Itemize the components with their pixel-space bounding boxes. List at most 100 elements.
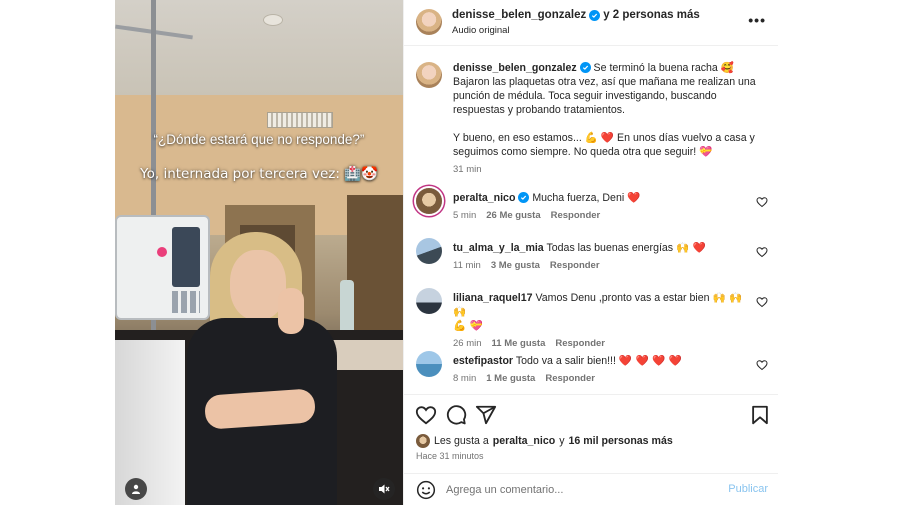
post-side-panel: denisse_belen_gonzalez y 2 personas más … [403,0,778,505]
heart-icon[interactable] [415,404,437,426]
header-collab-text[interactable]: y 2 personas más [603,9,700,21]
comment-input[interactable] [446,481,716,499]
commenter-avatar[interactable] [416,188,442,214]
comment-like-heart-icon[interactable] [756,196,768,208]
comment-body: tu_alma_y_la_mia Todas las buenas energí… [453,241,743,273]
comment-like-heart-icon[interactable] [756,246,768,258]
verified-badge-icon [579,62,591,73]
owner-avatar[interactable] [416,9,442,35]
comment-text: Todo va a salir bien!!! [515,355,616,367]
comment-likes[interactable]: 3 Me gusta [491,259,540,273]
comment-username[interactable]: peralta_nico [453,192,515,204]
pump-screen [172,227,200,287]
comment-meta: 5 min 26 Me gusta Responder [453,209,743,223]
comment-meta: 8 min 1 Me gusta Responder [453,372,743,386]
comment-likes[interactable]: 11 Me gusta [492,337,546,351]
reply-button[interactable]: Responder [545,372,595,386]
speaker-muted-icon [379,484,390,494]
comment-likes[interactable]: 1 Me gusta [486,372,535,386]
likes-others-link[interactable]: 16 mil personas más [569,435,673,447]
header-username[interactable]: denisse_belen_gonzalez [452,9,586,21]
comment-time[interactable]: 5 min [453,209,476,223]
reply-button[interactable]: Responder [550,259,600,273]
share-icon[interactable] [475,404,497,426]
caption-emoji-muscle: 💪 [584,132,598,144]
likes-user-link[interactable]: peralta_nico [493,435,555,447]
caption-text-6: seguimos como siempre. No queda otra que… [453,146,697,158]
comment-emoji: ❤️ [627,192,641,204]
user-tag-button[interactable] [125,478,147,500]
add-comment-bar: Publicar [404,473,778,505]
mute-button[interactable] [373,478,395,500]
comment-time[interactable]: 26 min [453,337,482,351]
commenter-avatar[interactable] [416,238,442,264]
header-author-row: denisse_belen_gonzalez y 2 personas más [452,9,700,21]
emoji-smile-icon[interactable] [416,480,436,500]
media-smoke-detector [263,14,283,26]
comment-body: estefipastor Todo va a salir bien!!! ❤️ … [453,354,743,386]
comment-likes[interactable]: 26 Me gusta [486,209,540,223]
post-media-video[interactable]: “¿Dónde estará que no responde?” Yo, int… [115,0,403,505]
user-tag-icon [132,484,140,494]
comment-time[interactable]: 8 min [453,372,476,386]
caption-text-1: Se terminó la buena racha [593,62,718,74]
caption-emoji-1: 🥰 [720,62,734,74]
comment-username[interactable]: liliana_raquel17 [453,292,533,304]
caption-avatar[interactable] [416,62,442,88]
post-timestamp[interactable]: Hace 31 minutos [416,451,484,461]
comment-meta: 11 min 3 Me gusta Responder [453,259,743,273]
caption-text-2: Bajaron las plaquetas otra vez, así que … [453,76,756,88]
media-bed-rail [115,340,185,505]
likes-connector: y [559,435,565,447]
video-overlay-text-2: Yo, internada por tercera vez: 🏥🤡 [140,166,378,182]
verified-badge-icon [589,9,601,21]
likes-summary: Les gusta a peralta_nico y 16 mil person… [416,434,673,448]
pump-indicator-dot [157,247,167,257]
comment-body: liliana_raquel17 Vamos Denu ,pronto vas … [453,291,743,351]
media-ceiling [115,0,403,95]
pump-keypad [172,291,200,313]
caption-emoji-heart: ❤️ [600,132,615,144]
comment-body: peralta_nico Mucha fuerza, Deni ❤️ 5 min… [453,191,743,223]
likes-prefix: Les gusta a [434,435,489,447]
comment-icon[interactable] [445,404,467,426]
bookmark-icon[interactable] [749,404,771,426]
more-horizontal-icon: ••• [748,12,766,28]
comments-section[interactable]: denisse_belen_gonzalez Se terminó la bue… [404,47,778,394]
commenter-avatar[interactable] [416,288,442,314]
comment-emoji: ❤️ ❤️ ❤️ ❤️ [618,355,682,367]
audio-link[interactable]: Audio original [452,25,510,36]
caption-username[interactable]: denisse_belen_gonzalez [453,62,577,74]
comment-time[interactable]: 11 min [453,259,481,273]
comment-meta: 26 min 11 Me gusta Responder [453,337,743,351]
media-infusion-pump [115,215,210,320]
more-options-button[interactable]: ••• [748,12,766,28]
caption-text-5b: En unos días vuelvo a casa y [617,132,755,144]
liker-avatar [416,434,430,448]
comment-like-heart-icon[interactable] [756,359,768,371]
caption-text-3: punción de médula. Toca seguir investiga… [453,90,717,102]
caption-meta: 31 min [453,163,753,177]
comment-like-heart-icon[interactable] [756,296,768,308]
reply-button[interactable]: Responder [555,337,605,351]
post-actions-bar: Les gusta a peralta_nico y 16 mil person… [404,394,778,466]
verified-badge-icon [518,192,530,203]
comment-text: Mucha fuerza, Deni [532,192,625,204]
comment-username[interactable]: tu_alma_y_la_mia [453,242,544,254]
media-air-vent [267,112,333,128]
comment-emoji-line-2: 💪 💝 [453,320,483,332]
comment-emoji: 🙌 ❤️ [676,242,706,254]
reply-button[interactable]: Responder [551,209,601,223]
caption-time[interactable]: 31 min [453,163,482,177]
caption-body: denisse_belen_gonzalez Se terminó la bue… [453,61,756,177]
caption-text-4: respuestas y probando tratamientos. [453,104,625,116]
caption-emoji-gift-heart: 💝 [699,146,713,158]
media-person-hand [278,288,304,334]
commenter-avatar[interactable] [416,351,442,377]
post-header: denisse_belen_gonzalez y 2 personas más … [404,0,778,46]
caption-text-5: Y bueno, en eso estamos... [453,132,582,144]
video-overlay-text-1: “¿Dónde estará que no responde?” [153,132,365,147]
comment-username[interactable]: estefipastor [453,355,513,367]
publish-button[interactable]: Publicar [728,483,768,495]
comment-text: Vamos Denu ,pronto vas a estar bien [535,292,710,304]
